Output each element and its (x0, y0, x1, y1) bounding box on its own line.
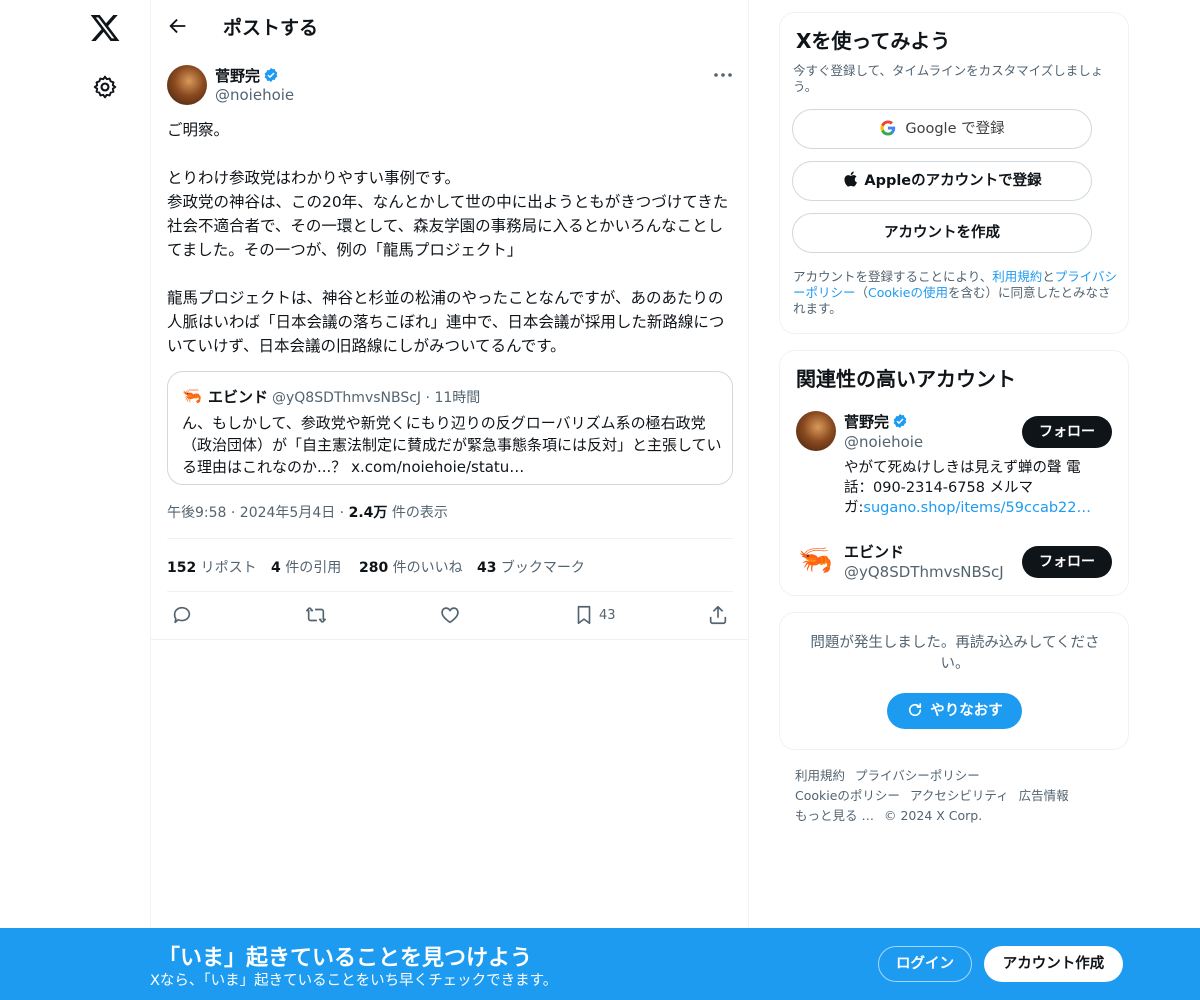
x-logo-icon[interactable] (89, 12, 121, 44)
related-account-bio: やがて死ぬけしきは見えず蝉の聲 電話：090-2314-6758 メルマガ:su… (844, 458, 1094, 518)
related-accounts-card: 関連性の高いアカウント 菅野完 @noiehoie フォロー やがて死ぬけしきは… (779, 350, 1129, 596)
follow-button[interactable]: フォロー (1022, 546, 1112, 578)
reposts-label: リポスト (196, 560, 257, 576)
create-account-button[interactable]: アカウントを作成 (792, 213, 1092, 253)
page-title: ポストする (223, 17, 319, 39)
related-account-handle[interactable]: @yQ8SDThmvsNBScJ (844, 563, 1004, 581)
likes-stat[interactable]: 280 件のいいね (359, 557, 463, 577)
views-label: 件の表示 (387, 505, 448, 521)
cookie-link[interactable]: Cookieの使用 (868, 285, 948, 300)
footer-more-link[interactable]: もっと見る … (795, 808, 874, 823)
left-nav (0, 0, 150, 1000)
apple-signup-button[interactable]: Appleのアカウントで登録 (792, 161, 1092, 201)
reply-icon[interactable] (171, 604, 193, 626)
bookmark-action-count: 43 (599, 608, 616, 623)
reposts-stat[interactable]: 152 リポスト (167, 557, 257, 577)
author-name[interactable]: 菅野完 (215, 67, 260, 85)
signup-legal-text: アカウントを登録することにより、利用規約とプライバシーポリシー（Cookieの使… (793, 269, 1119, 317)
quotes-count: 4 (271, 560, 281, 576)
related-account-name-text[interactable]: 菅野完 (844, 413, 889, 431)
views-count: 2.4万 (348, 505, 388, 521)
retry-button[interactable]: やりなおす (887, 693, 1022, 729)
terms-link[interactable]: 利用規約 (992, 269, 1042, 284)
follow-button[interactable]: フォロー (1022, 416, 1112, 448)
related-account-handle[interactable]: @noiehoie (844, 433, 923, 451)
footer-accessibility-link[interactable]: アクセシビリティ (910, 788, 1009, 803)
quotes-stat[interactable]: 4 件の引用 (271, 557, 341, 577)
apple-logo-icon (844, 171, 858, 187)
author-name-row[interactable]: 菅野完 (215, 65, 279, 86)
repost-icon[interactable] (305, 604, 327, 626)
avatar[interactable] (167, 65, 207, 105)
tweet-actions: 43 (151, 592, 749, 640)
author-handle[interactable]: @noiehoie (215, 86, 294, 104)
shrimp-avatar-icon[interactable]: 🦐 (798, 543, 833, 577)
apple-signup-label: Appleのアカウントで登録 (864, 173, 1042, 189)
footer-privacy-link[interactable]: プライバシーポリシー (855, 768, 980, 783)
signup-card-title: Xを使ってみよう (796, 29, 951, 53)
timestamp-text[interactable]: 午後9:58 · 2024年5月4日 · (167, 505, 349, 521)
quote-author-handle: @yQ8SDThmvsNBScJ (272, 390, 422, 406)
like-heart-icon[interactable] (439, 604, 461, 626)
footer-cookie-link[interactable]: Cookieのポリシー (795, 788, 900, 803)
related-account-name[interactable]: 菅野完 (844, 411, 908, 432)
related-accounts-title: 関連性の高いアカウント (796, 367, 1016, 391)
share-icon[interactable] (707, 604, 729, 626)
bio-link[interactable]: sugano.shop/items/59ccab22… (863, 500, 1091, 516)
bookmarks-count: 43 (477, 560, 497, 576)
likes-label: 件のいいね (388, 560, 463, 576)
reposts-count: 152 (167, 560, 197, 576)
likes-count: 280 (359, 560, 389, 576)
google-signup-label: Google で登録 (905, 121, 1005, 137)
login-button[interactable]: ログイン (878, 946, 972, 982)
verified-badge-icon (264, 68, 278, 82)
signup-banner: 「いま」起きていることを見つけよう Xなら、「いま」起きていることをいち早くチェ… (0, 928, 1200, 1000)
verified-badge-icon (893, 414, 907, 428)
quote-text: ん、もしかして、参政党や新党くにもり辺りの反グローバリズム系の極右政党（政治団体… (182, 414, 722, 476)
related-account-name[interactable]: エビンド (844, 541, 904, 562)
tweet-timestamp[interactable]: 午後9:58 · 2024年5月4日 · 2.4万 件の表示 (167, 502, 448, 522)
quoted-tweet[interactable]: 🦐 エビンド @yQ8SDThmvsNBScJ · 11時間 ん、もしかして、参… (167, 371, 733, 485)
tweet-stats: 152 リポスト 4 件の引用 280 件のいいね 43 ブックマーク (167, 538, 733, 592)
quote-time: 11時間 (434, 390, 481, 406)
footer-copyright: © 2024 X Corp. (883, 808, 983, 823)
refresh-icon (909, 703, 922, 717)
footer-ads-link[interactable]: 広告情報 (1019, 788, 1069, 803)
quotes-label: 件の引用 (280, 560, 342, 576)
retry-label: やりなおす (930, 703, 1003, 719)
page-header: ポストする (151, 0, 748, 54)
avatar[interactable] (796, 411, 836, 451)
signup-button[interactable]: アカウント作成 (984, 946, 1123, 982)
gear-icon[interactable] (92, 74, 118, 100)
more-options-icon[interactable] (713, 72, 733, 78)
quote-meta: @yQ8SDThmvsNBScJ · 11時間 (272, 390, 481, 406)
banner-subtitle: Xなら、「いま」起きていることをいち早くチェックできます。 (150, 973, 558, 989)
bookmarks-stat[interactable]: 43 ブックマーク (477, 557, 585, 577)
signup-card: Xを使ってみよう 今すぐ登録して、タイムラインをカスタマイズしましょう。 Goo… (779, 12, 1129, 334)
main-column: ポストする 菅野完 @noiehoie ご明察。 とりわけ参政党はわかりやすい事… (150, 0, 749, 1000)
footer-terms-link[interactable]: 利用規約 (795, 768, 845, 783)
error-card: 問題が発生しました。再読み込みしてください。 やりなおす (779, 612, 1129, 750)
google-logo-icon (880, 120, 896, 136)
google-signup-button[interactable]: Google で登録 (792, 109, 1092, 149)
banner-title: 「いま」起きていることを見つけよう (158, 946, 533, 971)
signup-card-subtitle: 今すぐ登録して、タイムラインをカスタマイズしましょう。 (793, 63, 1104, 94)
legal-and: と (1042, 269, 1055, 284)
legal-mid: （ (855, 285, 869, 300)
back-arrow-icon[interactable] (167, 15, 189, 37)
shrimp-avatar-icon: 🦐 (182, 386, 202, 405)
error-message: 問題が発生しました。再読み込みしてください。 (810, 635, 1100, 672)
quote-author-name: エビンド (208, 388, 269, 406)
footer-links: 利用規約 プライバシーポリシー Cookieのポリシー アクセシビリティ 広告情報 も… (795, 766, 1125, 826)
tweet-text: ご明察。 とりわけ参政党はわかりやすい事例です。 参政党の神谷は、この20年、な… (167, 121, 729, 355)
bookmarks-label: ブックマーク (496, 560, 585, 576)
bookmark-icon[interactable] (573, 604, 595, 626)
legal-pre: アカウントを登録することにより、 (793, 269, 993, 284)
